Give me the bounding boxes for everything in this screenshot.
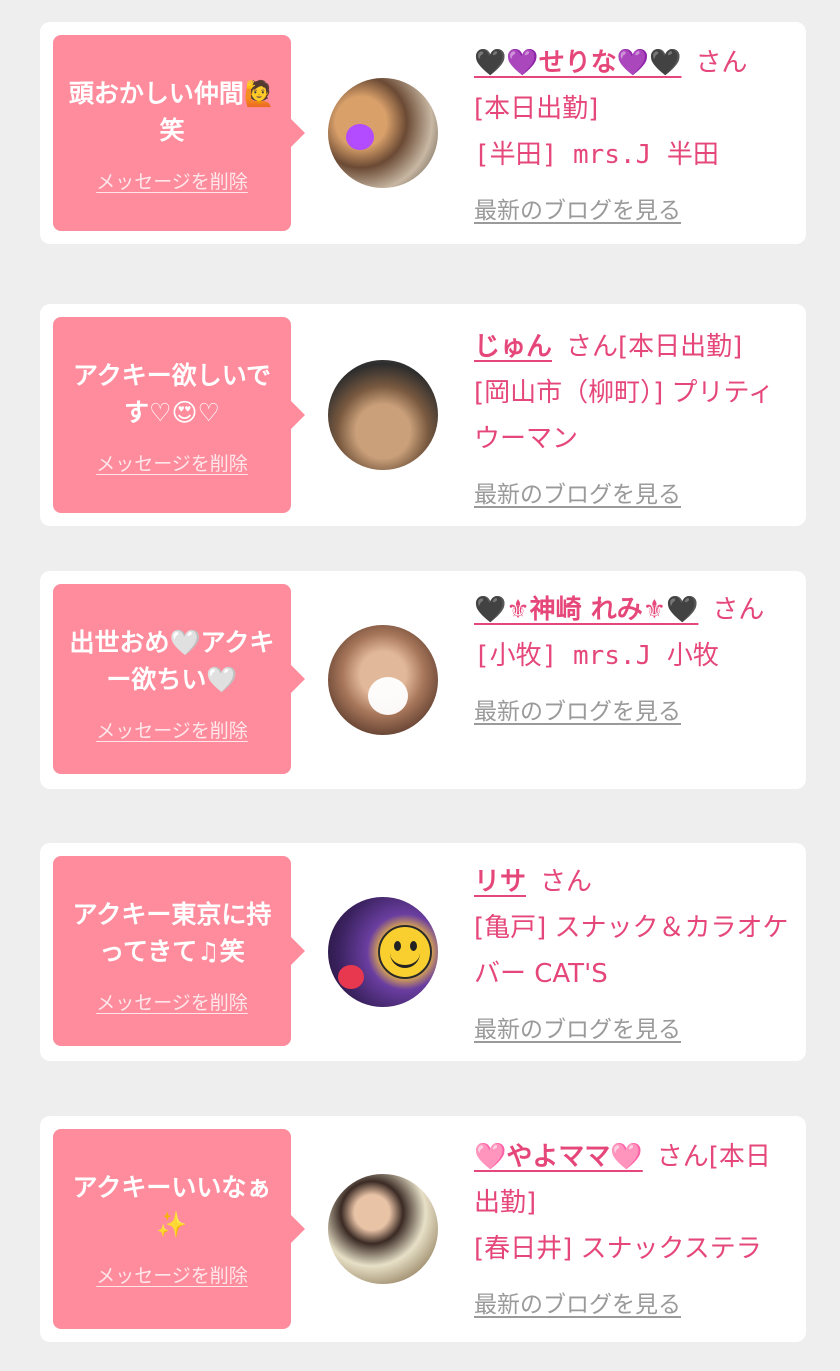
honorific: さん: [712, 595, 765, 625]
delete-message-link[interactable]: メッセージを削除: [96, 449, 248, 476]
avatar[interactable]: [328, 625, 438, 735]
latest-blog-link[interactable]: 最新のブログを見る: [474, 689, 796, 735]
message-text: 出世おめ🤍アクキー欲ちい🤍: [69, 628, 275, 694]
delete-message-link[interactable]: メッセージを削除: [96, 1261, 248, 1288]
message-card: アクキー東京に持ってきて♫笑 メッセージを削除 リサ さん [亀戸] スナック＆カ…: [40, 843, 806, 1061]
shop-name: [岡山市（柳町）] プリティウーマン: [474, 378, 774, 454]
message-card: アクキー欲しいです♡😍♡ メッセージを削除 じゅん さん[本日出勤] [岡山市（柳…: [40, 304, 806, 526]
avatar[interactable]: [328, 78, 438, 188]
avatar[interactable]: [328, 360, 438, 470]
message-bubble: アクキー欲しいです♡😍♡ メッセージを削除: [53, 317, 305, 513]
message-text: 頭おかしい仲間🙋笑: [68, 79, 276, 145]
host-info: じゅん さん[本日出勤] [岡山市（柳町）] プリティウーマン 最新のブログを見る: [474, 324, 796, 518]
honorific: さん: [540, 867, 593, 897]
message-bubble: 頭おかしい仲間🙋笑 メッセージを削除: [53, 35, 305, 231]
host-name-link[interactable]: 🩷やよママ🩷: [474, 1142, 643, 1172]
latest-blog-link[interactable]: 最新のブログを見る: [474, 1007, 796, 1053]
host-info: リサ さん [亀戸] スナック＆カラオケバー CAT'S 最新のブログを見る: [474, 859, 796, 1053]
honorific: さん: [656, 1142, 709, 1172]
host-info: 🖤💜せりな💜🖤 さん [本日出勤] [半田] mrs.J 半田 最新のブログを見る: [474, 40, 796, 234]
host-name-link[interactable]: じゅん: [474, 332, 552, 362]
face-sticker: [346, 124, 374, 150]
message-bubble: 出世おめ🤍アクキー欲ちい🤍 メッセージを削除: [53, 584, 305, 774]
message-text: アクキー東京に持ってきて♫笑: [72, 900, 272, 966]
smiley-sticker: [378, 925, 432, 979]
message-text: アクキーいいなぁ✨: [72, 1173, 272, 1239]
attendance-status: [本日出勤]: [618, 332, 743, 362]
host-info: 🖤⚜神崎 れみ⚜🖤 さん [小牧] mrs.J 小牧 最新のブログを見る: [474, 587, 796, 735]
host-name-link[interactable]: 🖤💜せりな💜🖤: [474, 48, 682, 78]
message-text: アクキー欲しいです♡😍♡: [72, 361, 271, 427]
avatar[interactable]: [328, 1174, 438, 1284]
avatar[interactable]: [328, 897, 438, 1007]
shop-name: [小牧] mrs.J 小牧: [474, 641, 719, 671]
delete-message-link[interactable]: メッセージを削除: [96, 988, 248, 1015]
honorific: さん: [695, 48, 748, 78]
shop-name: [春日井] スナックステラ: [474, 1234, 762, 1264]
delete-message-link[interactable]: メッセージを削除: [96, 716, 248, 743]
host-info: 🩷やよママ🩷 さん[本日出勤] [春日井] スナックステラ 最新のブログを見る: [474, 1134, 796, 1328]
latest-blog-link[interactable]: 最新のブログを見る: [474, 472, 796, 518]
message-card: 出世おめ🤍アクキー欲ちい🤍 メッセージを削除 🖤⚜神崎 れみ⚜🖤 さん [小牧] …: [40, 571, 806, 789]
message-card: 頭おかしい仲間🙋笑 メッセージを削除 🖤💜せりな💜🖤 さん [本日出勤] [半田]…: [40, 22, 806, 244]
host-name-link[interactable]: リサ: [474, 867, 526, 897]
heart-icon: [338, 965, 364, 989]
host-name-link[interactable]: 🖤⚜神崎 れみ⚜🖤: [474, 595, 698, 625]
message-bubble: アクキー東京に持ってきて♫笑 メッセージを削除: [53, 856, 305, 1046]
message-card: アクキーいいなぁ✨ メッセージを削除 🩷やよママ🩷 さん[本日出勤] [春日井] …: [40, 1116, 806, 1342]
shop-name: [半田] mrs.J 半田: [474, 140, 719, 170]
message-bubble: アクキーいいなぁ✨ メッセージを削除: [53, 1129, 305, 1329]
heart-sticker: [368, 677, 408, 715]
latest-blog-link[interactable]: 最新のブログを見る: [474, 188, 796, 234]
shop-name: [亀戸] スナック＆カラオケバー CAT'S: [474, 913, 789, 989]
attendance-status: [本日出勤]: [474, 94, 599, 124]
honorific: さん: [566, 332, 619, 362]
latest-blog-link[interactable]: 最新のブログを見る: [474, 1282, 796, 1328]
delete-message-link[interactable]: メッセージを削除: [96, 167, 248, 194]
